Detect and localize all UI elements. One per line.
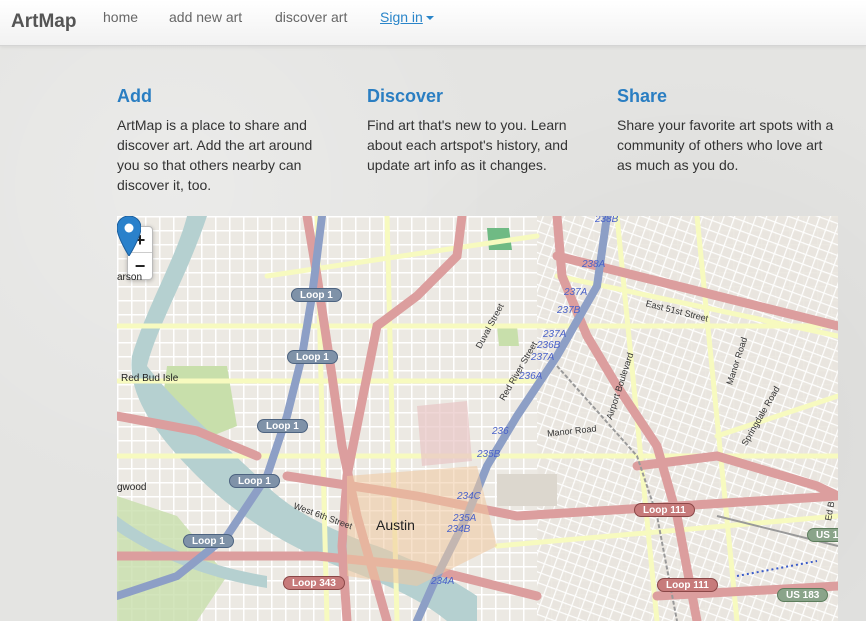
highway-shield: Loop 1: [287, 350, 338, 364]
nav-home[interactable]: home: [103, 9, 138, 25]
exit-label: 237B: [557, 305, 581, 316]
exit-label: 234A: [431, 576, 455, 587]
brand-logo[interactable]: ArtMap: [11, 11, 76, 33]
map-tiles: [117, 216, 838, 621]
top-navbar: ArtMap home add new art discover art Sig…: [0, 0, 866, 46]
sign-in-label: Sign in: [380, 9, 423, 25]
exit-label: 237A: [531, 352, 555, 363]
highway-shield: Loop 1: [291, 288, 342, 302]
city-label: Austin: [376, 517, 415, 533]
feature-title: Share: [617, 86, 668, 106]
feature-add: Add ArtMap is a place to share and disco…: [117, 86, 337, 195]
feature-text: Find art that's new to you. Learn about …: [367, 117, 568, 173]
nav-discover-art[interactable]: discover art: [275, 9, 347, 25]
feature-share: Share Share your favorite art spots with…: [617, 86, 837, 175]
exit-label: 237A: [564, 287, 588, 298]
sign-in-dropdown[interactable]: Sign in: [380, 9, 434, 25]
place-label: gwood: [117, 482, 147, 493]
highway-shield: Loop 111: [657, 578, 718, 592]
highway-shield: Loop 1: [257, 419, 308, 433]
exit-label: 235A: [453, 513, 477, 524]
exit-label: 238B: [595, 216, 619, 225]
highway-shield: Loop 1: [229, 474, 280, 488]
exit-label: 234B: [447, 524, 471, 535]
place-label: arson: [117, 272, 143, 283]
nav-add-new-art[interactable]: add new art: [169, 9, 242, 25]
feature-title: Add: [117, 86, 152, 106]
feature-title: Discover: [367, 86, 444, 106]
highway-shield: Loop 1: [183, 534, 234, 548]
art-map[interactable]: + − arson Red Bud Isle gwood Duval Stree…: [117, 216, 838, 621]
caret-down-icon: [425, 16, 434, 21]
place-label: Red Bud Isle: [121, 373, 179, 384]
map-marker-icon[interactable]: [117, 216, 141, 256]
highway-shield: US 183: [777, 588, 829, 602]
exit-label: 236A: [519, 371, 543, 382]
feature-text: ArtMap is a place to share and discover …: [117, 117, 313, 193]
feature-text: Share your favorite art spots with a com…: [617, 117, 834, 173]
exit-label: 238A: [582, 259, 606, 270]
exit-label: 236: [492, 426, 509, 437]
highway-shield: Loop 111: [634, 503, 695, 517]
exit-label: 236B: [537, 340, 561, 351]
exit-label: 234C: [457, 491, 481, 502]
highway-shield: US 183: [807, 528, 838, 542]
highway-shield: Loop 343: [283, 576, 345, 590]
exit-label: 237A: [543, 329, 567, 340]
exit-label: 235B: [477, 449, 501, 460]
feature-discover: Discover Find art that's new to you. Lea…: [367, 86, 587, 175]
